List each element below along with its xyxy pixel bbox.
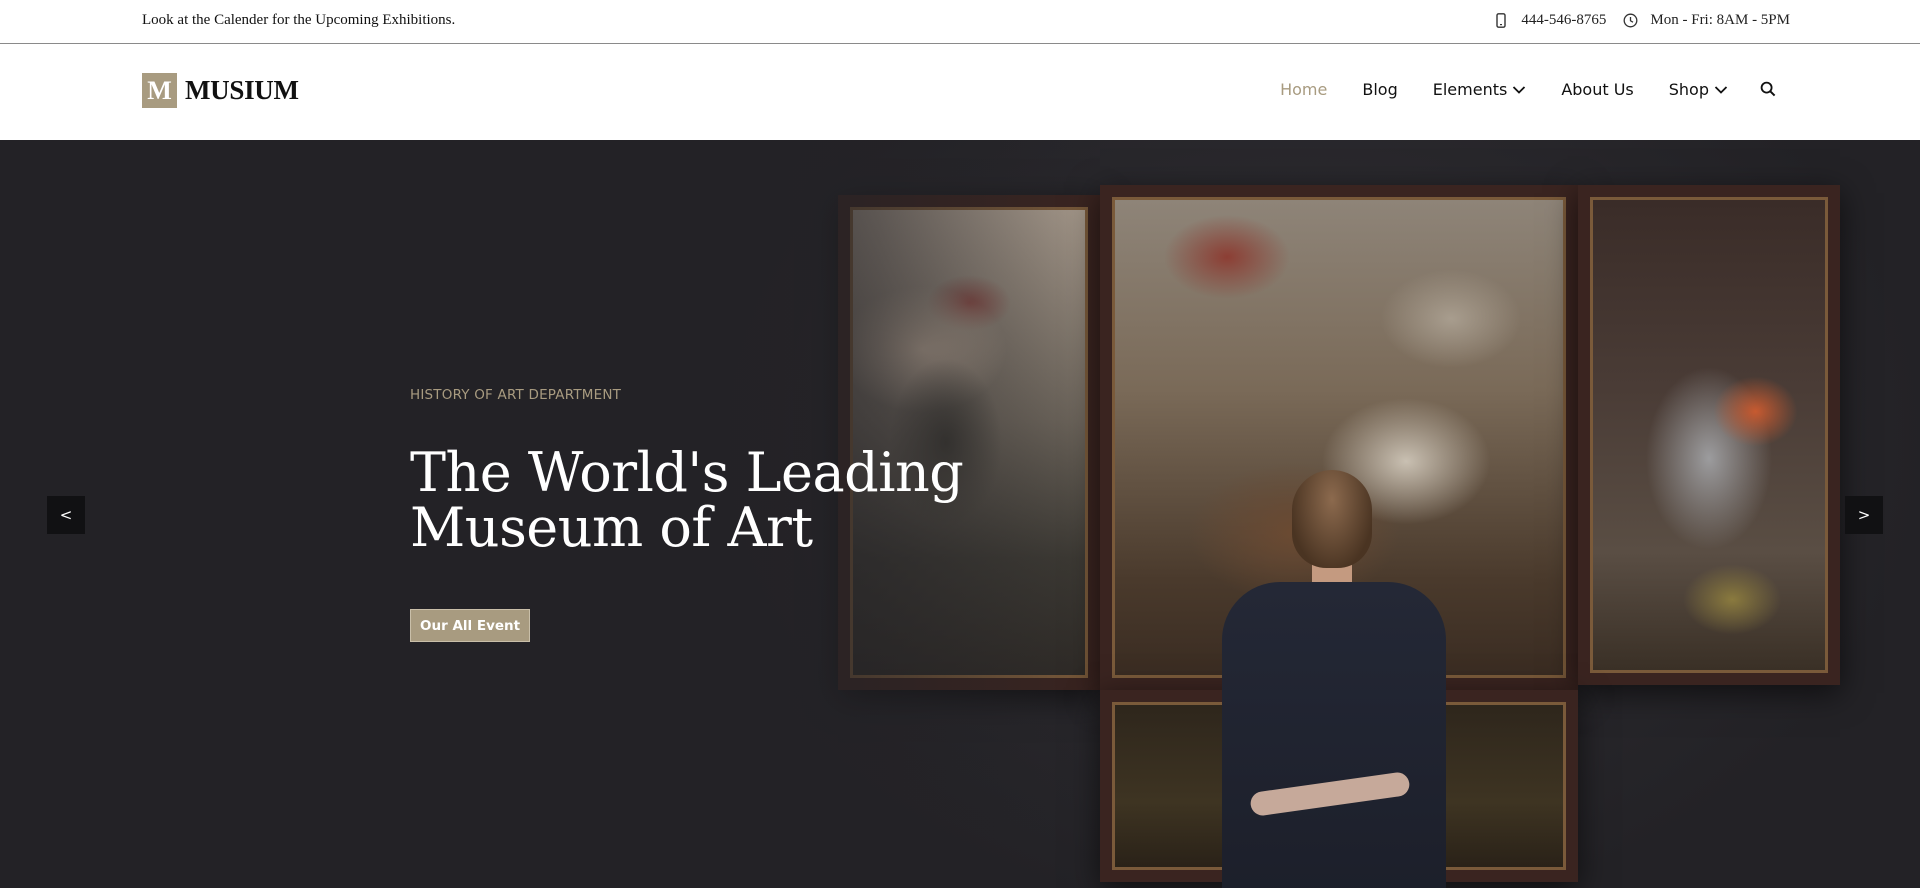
slider-prev-button[interactable]: < [47, 496, 85, 534]
logo-name: MUSIUM [185, 75, 299, 105]
our-all-event-button[interactable]: Our All Event [410, 609, 531, 642]
main-nav: Home Blog Elements About Us Shop [1280, 80, 1777, 99]
nav-item-blog[interactable]: Blog [1362, 80, 1397, 99]
chevron-down-icon [1714, 85, 1728, 95]
nav-item-label: About Us [1561, 80, 1634, 99]
painting-right-panel [1578, 185, 1840, 685]
nav-item-home[interactable]: Home [1280, 80, 1327, 99]
contact-info: 444-546-8765 Mon - Fri: 8AM - 5PM [1493, 10, 1790, 30]
search-icon[interactable] [1760, 81, 1777, 98]
hero-kicker: HISTORY OF ART DEPARTMENT [410, 387, 622, 403]
site-logo[interactable]: M MUSIUM [142, 73, 299, 108]
announcement-text: Look at the Calender for the Upcoming Ex… [142, 12, 456, 28]
hero-headline: The World's Leading Museum of Art [410, 445, 1030, 555]
logo-mark: M [142, 73, 177, 108]
nav-item-label: Shop [1668, 80, 1709, 99]
hero-slider: HISTORY OF ART DEPARTMENT The World's Le… [0, 140, 1920, 888]
nav-item-label: Home [1280, 80, 1328, 99]
opening-hours: Mon - Fri: 8AM - 5PM [1650, 11, 1790, 28]
top-bar: Look at the Calender for the Upcoming Ex… [0, 0, 1920, 44]
nav-item-elements[interactable]: Elements [1433, 80, 1527, 99]
headline-line-2: Museum of Art [410, 496, 813, 559]
visitor-figure [1210, 470, 1460, 888]
phone-number[interactable]: 444-546-8765 [1521, 12, 1606, 29]
phone-icon [1493, 12, 1509, 28]
nav-item-about-us[interactable]: About Us [1561, 80, 1633, 99]
chevron-down-icon [1512, 85, 1526, 95]
slider-next-button[interactable]: > [1845, 496, 1883, 534]
nav-item-label: Blog [1362, 80, 1398, 99]
nav-item-label: Elements [1432, 80, 1508, 99]
site-header: M MUSIUM Home Blog Elements About Us Sho… [0, 44, 1920, 140]
nav-item-shop[interactable]: Shop [1669, 80, 1728, 99]
headline-line-1: The World's Leading [410, 441, 964, 504]
clock-icon [1622, 12, 1638, 28]
